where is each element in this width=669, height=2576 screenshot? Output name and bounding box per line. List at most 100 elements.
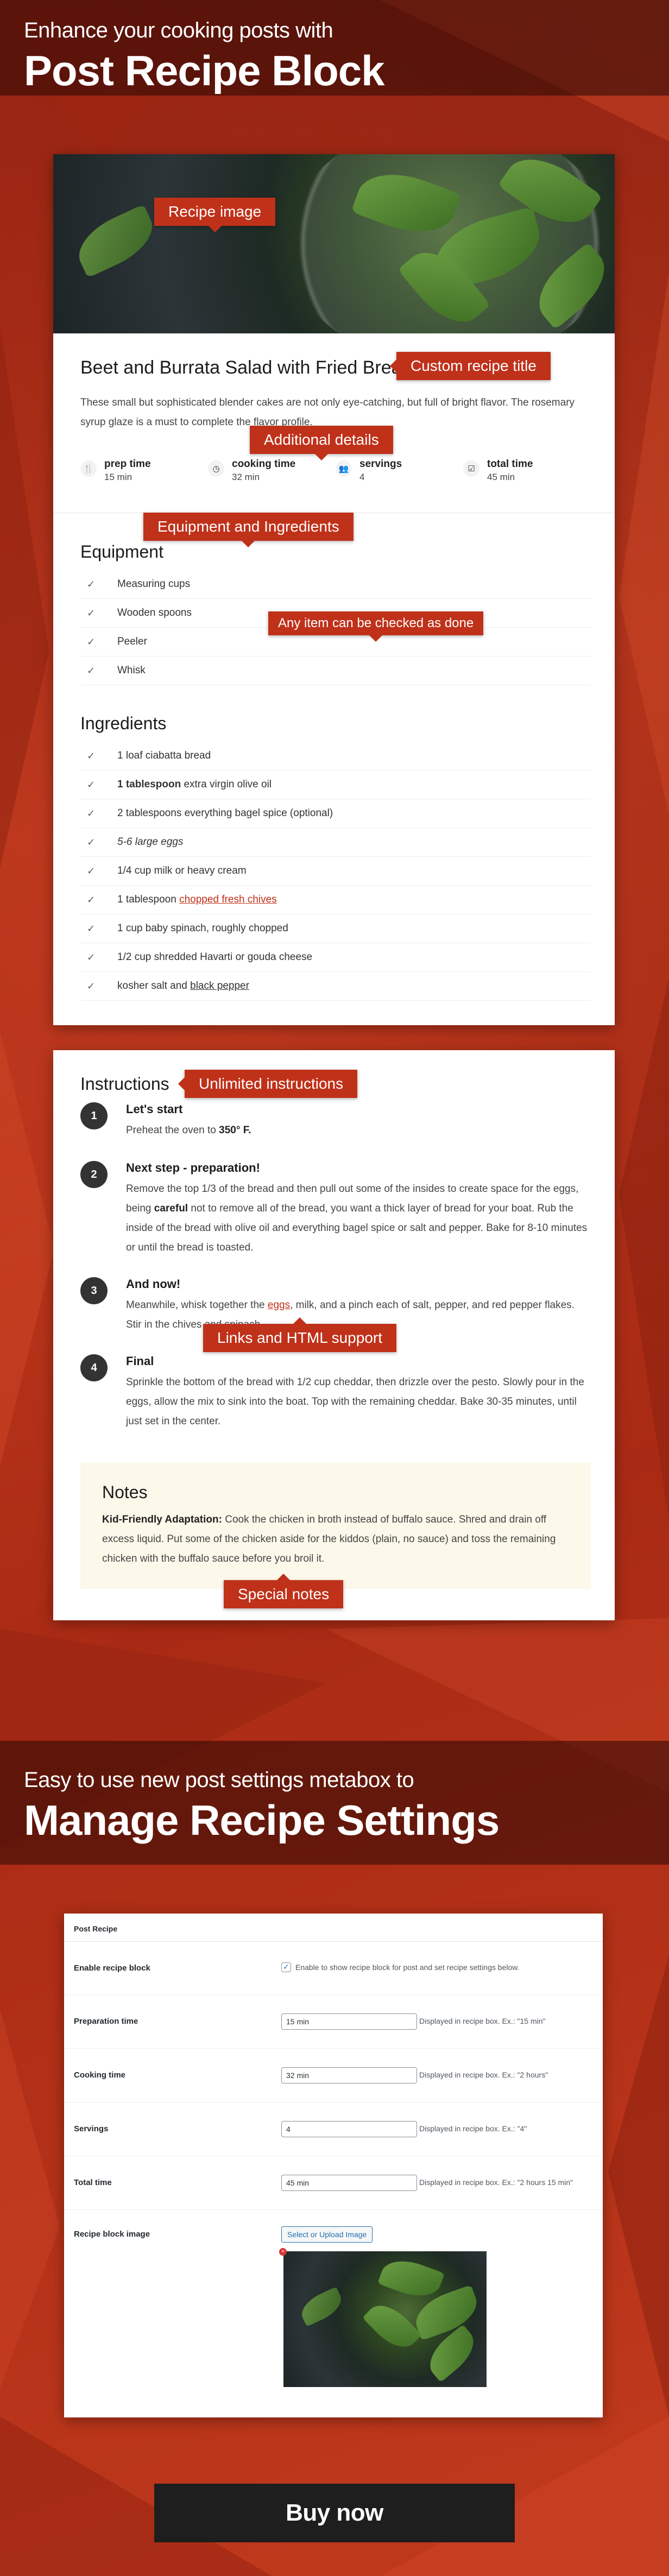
item-text: 1 cup baby spinach, roughly chopped [117, 923, 288, 934]
ingredient-link[interactable]: chopped fresh chives [179, 894, 277, 906]
callout-equipment-ingredients: Equipment and Ingredients [143, 513, 354, 547]
ingredient-item[interactable]: ✓ 1 tablespoon chopped fresh chives [80, 886, 591, 914]
settings-band: Easy to use new post settings metabox to… [0, 1741, 669, 1865]
meta-cooking-time: ◷ cooking time 32 min [208, 458, 336, 487]
setting-label: Recipe block image [74, 2230, 150, 2239]
meta-label: cooking time [232, 458, 296, 470]
check-icon[interactable]: ✓ [87, 837, 99, 848]
equipment-heading: Equipment [80, 542, 163, 561]
notes-body: Kid-Friendly Adaptation: Cook the chicke… [102, 1510, 569, 1569]
instruction-step: 1 Let's start Preheat the oven to 350° F… [80, 1102, 591, 1140]
notes-box: Notes Kid-Friendly Adaptation: Cook the … [80, 1463, 591, 1589]
check-icon[interactable]: ✓ [87, 750, 99, 762]
callout-additional-details: Additional details [250, 426, 393, 460]
step-text: Meanwhile, whisk together the [126, 1299, 268, 1311]
check-icon[interactable]: ✓ [87, 808, 99, 819]
ingredients-heading: Ingredients [80, 714, 167, 733]
ingredient-item[interactable]: ✓ 1/2 cup shredded Havarti or gouda chees… [80, 943, 591, 972]
setting-row-image: Recipe block image Select or Upload Imag… [64, 2210, 603, 2416]
meta-value: 15 min [104, 472, 132, 482]
buy-now-button[interactable]: Buy now [154, 2484, 515, 2542]
instructions-heading: Instructions [80, 1074, 169, 1094]
setting-hint: Displayed in recipe box. Ex.: "4" [419, 2124, 527, 2133]
check-icon[interactable]: ✓ [87, 665, 99, 677]
ingredient-item[interactable]: ✓ 5-6 large eggs [80, 828, 591, 857]
equipment-item[interactable]: ✓ Whisk [80, 656, 591, 685]
step-number: 3 [80, 1277, 108, 1304]
check-icon[interactable]: ✓ [87, 608, 99, 619]
total-time-input[interactable] [281, 2175, 417, 2191]
setting-hint: Enable to show recipe block for post and… [295, 1963, 520, 1972]
item-bold: 1 tablespoon [117, 779, 181, 790]
setting-label: Enable recipe block [74, 1963, 150, 1973]
step-text: not to remove all of the bread, you want… [126, 1203, 590, 1253]
ingredient-item[interactable]: ✓ 1 loaf ciabatta bread [80, 742, 591, 771]
item-italic: 5-6 large eggs [117, 836, 184, 848]
setting-hint: Displayed in recipe box. Ex.: "2 hours" [419, 2070, 548, 2079]
ingredient-item[interactable]: ✓ 1 cup baby spinach, roughly chopped [80, 914, 591, 943]
ingredient-item[interactable]: ✓ 1 tablespoon extra virgin olive oil [80, 771, 591, 799]
ingredient-underlined: black pepper [190, 980, 249, 992]
item-text: 1/4 cup milk or heavy cream [117, 865, 247, 876]
ingredient-item[interactable]: ✓ kosher salt and black pepper [80, 972, 591, 1001]
step-title: Final [126, 1354, 154, 1368]
check-icon[interactable]: ✓ [87, 866, 99, 877]
notes-bold: Kid-Friendly Adaptation: [102, 1514, 222, 1525]
step-number: 4 [80, 1354, 108, 1381]
meta-prep-time: 🍴 prep time 15 min [80, 458, 208, 487]
step-number: 2 [80, 1161, 108, 1188]
recipe-image [53, 154, 615, 333]
step-link[interactable]: eggs [268, 1299, 290, 1311]
meta-value: 4 [359, 472, 365, 482]
check-icon[interactable]: ✓ [87, 952, 99, 963]
ingredient-item[interactable]: ✓ 2 tablespoons everything bagel spice (o… [80, 799, 591, 828]
check-icon[interactable]: ✓ [87, 779, 99, 791]
item-text: 2 tablespoons everything bagel spice (op… [117, 807, 333, 819]
meta-value: 45 min [487, 472, 515, 482]
setting-hint: Displayed in recipe box. Ex.: "15 min" [419, 2017, 546, 2025]
check-icon[interactable]: ✓ [87, 636, 99, 648]
ingredient-item[interactable]: ✓ 1/4 cup milk or heavy cream [80, 857, 591, 886]
recipe-card: Beet and Burrata Salad with Fried Bread … [53, 154, 615, 1025]
meta-servings: 👥 servings 4 [336, 458, 463, 487]
callout-checked-done: Any item can be checked as done [268, 611, 484, 642]
step-body: Preheat the oven to 350° F. [126, 1121, 591, 1140]
item-text: 1/2 cup shredded Havarti or gouda cheese [117, 951, 313, 963]
recipe-meta: 🍴 prep time 15 min ◷ cooking time 32 min 👥… [80, 458, 591, 487]
setting-row-enable: Enable recipe block ✓ Enable to show rec… [64, 1942, 603, 1995]
instruction-step: 4 Final Sprinkle the bottom of the bread… [80, 1354, 591, 1431]
setting-row-total-time: Total time Displayed in recipe box. Ex.:… [64, 2156, 603, 2210]
callout-unlimited-instructions: Unlimited instructions [178, 1070, 358, 1098]
item-text: Peeler [117, 636, 147, 647]
setting-row-preparation-time: Preparation time Displayed in recipe box… [64, 1995, 603, 2049]
item-text: 1 loaf ciabatta bread [117, 750, 211, 761]
check-icon[interactable]: ✓ [87, 579, 99, 590]
preparation-time-input[interactable] [281, 2013, 417, 2030]
setting-label: Servings [74, 2124, 109, 2133]
item-text: 1 tablespoon [117, 894, 180, 905]
post-recipe-metabox: Post Recipe Enable recipe block ✓ Enable… [64, 1914, 603, 2417]
step-body: Sprinkle the bottom of the bread with 1/… [126, 1373, 591, 1431]
select-upload-image-button[interactable]: Select or Upload Image [281, 2226, 373, 2243]
ingredients-list: ✓ 1 loaf ciabatta bread ✓ 1 tablespoon ext… [80, 742, 591, 1001]
remove-image-icon[interactable]: × [279, 2248, 287, 2256]
item-text: Measuring cups [117, 578, 191, 590]
equipment-item[interactable]: ✓ Measuring cups [80, 570, 591, 599]
meta-label: prep time [104, 458, 151, 470]
clock-icon: ◷ [208, 460, 224, 477]
check-icon[interactable]: ✓ [87, 923, 99, 935]
check-icon[interactable]: ✓ [87, 894, 99, 906]
step-title: Next step - preparation! [126, 1161, 260, 1175]
setting-label: Cooking time [74, 2070, 126, 2080]
utensils-icon: 🍴 [80, 460, 97, 477]
check-icon[interactable]: ✓ [87, 981, 99, 992]
meta-label: total time [487, 458, 533, 470]
item-text: extra virgin olive oil [181, 779, 272, 790]
hero-title: Post Recipe Block [24, 47, 385, 94]
enable-recipe-checkbox[interactable]: ✓ [281, 1962, 291, 1972]
recipe-image-preview [283, 2251, 487, 2387]
step-bold: careful [154, 1203, 188, 1214]
cooking-time-input[interactable] [281, 2067, 417, 2083]
settings-subtitle: Easy to use new post settings metabox to [24, 1768, 414, 1792]
servings-input[interactable] [281, 2121, 417, 2137]
